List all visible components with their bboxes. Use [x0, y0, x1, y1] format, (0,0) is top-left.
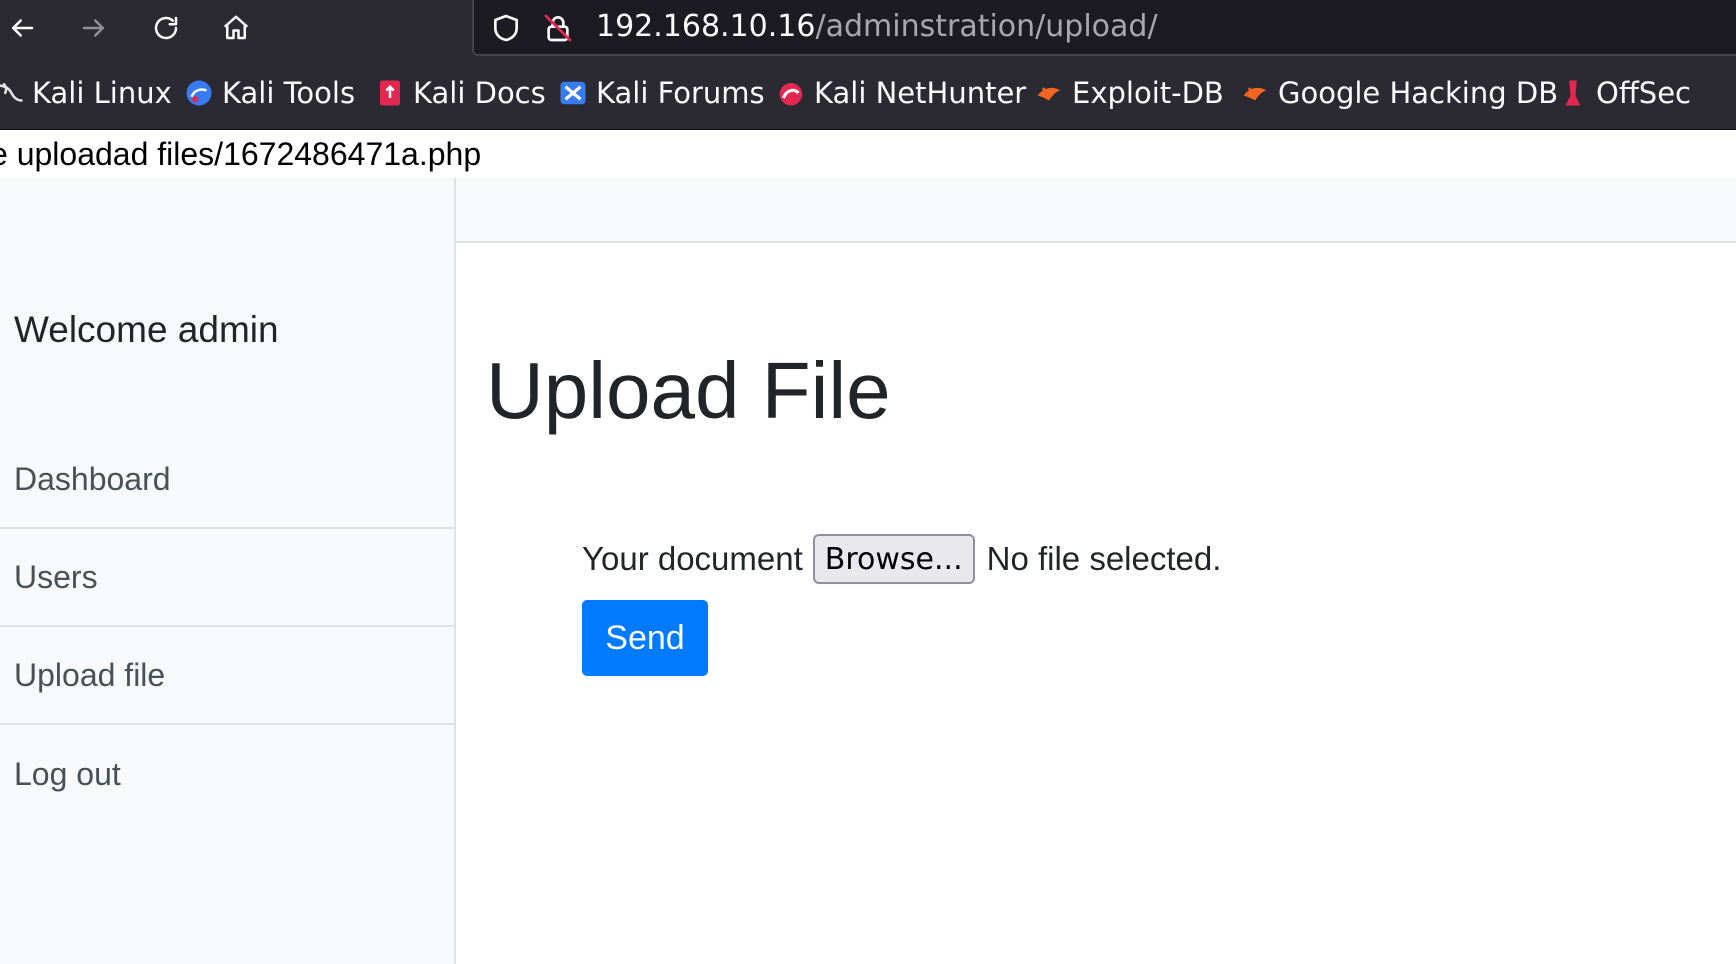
bookmark-label: OffSec: [1596, 76, 1692, 110]
sidebar-item-label: Upload file: [14, 656, 166, 693]
site-security-button[interactable]: [540, 10, 576, 46]
upload-status-message: e uploadad files/1672486471a.php: [0, 136, 482, 172]
offsec-icon: [1558, 78, 1588, 108]
sidebar-item-log-out[interactable]: Log out: [0, 725, 454, 823]
url-bar[interactable]: 192.168.10.16/adminstration/upload/: [472, 0, 1736, 56]
reload-icon: [154, 16, 178, 40]
ghdb-icon: [1240, 78, 1270, 108]
kali-dragon-icon: [0, 78, 24, 108]
sidebar: Welcome admin Dashboard Users Upload fil…: [0, 178, 456, 964]
file-status-text: No file selected.: [986, 540, 1222, 577]
bookmark-kali-nethunter[interactable]: Kali NetHunter: [776, 74, 1026, 112]
arrow-right-icon: [82, 19, 104, 37]
back-button[interactable]: [2, 8, 42, 48]
page-title: Upload File: [486, 346, 891, 435]
shield-icon: [494, 14, 518, 42]
kali-nethunter-icon: [776, 78, 806, 108]
document-label: Your document: [582, 540, 803, 577]
bookmark-label: Exploit-DB: [1072, 76, 1224, 110]
bookmark-label: Kali Docs: [413, 76, 546, 110]
url-path: /adminstration/upload/: [815, 9, 1158, 44]
kali-forums-icon: [558, 78, 588, 108]
forward-button[interactable]: [74, 8, 114, 48]
bookmark-label: Google Hacking DB: [1278, 76, 1559, 110]
kali-docs-icon: [375, 78, 405, 108]
url-text[interactable]: 192.168.10.16/adminstration/upload/: [596, 10, 1158, 44]
bookmark-label: Kali Tools: [222, 76, 356, 110]
bookmarks-toolbar: Kali Linux Kali Tools Kali Docs Kali For…: [0, 56, 1736, 130]
sidebar-item-upload-file[interactable]: Upload file: [0, 627, 454, 725]
bookmark-label: Kali NetHunter: [814, 76, 1027, 110]
browse-button[interactable]: Browse...: [812, 534, 975, 584]
upload-form-row: Your document Browse... No file selected…: [582, 533, 1221, 585]
sidebar-item-label: Log out: [14, 755, 121, 792]
sidebar-item-users[interactable]: Users: [0, 529, 454, 627]
bookmark-google-hacking-db[interactable]: Google Hacking DB: [1240, 74, 1558, 112]
home-button[interactable]: [216, 8, 256, 48]
sidebar-item-dashboard[interactable]: Dashboard: [0, 431, 454, 529]
sidebar-item-label: Dashboard: [14, 460, 171, 497]
tracking-protection-button[interactable]: [488, 10, 524, 46]
home-icon: [223, 15, 249, 40]
url-host: 192.168.10.16: [596, 9, 816, 44]
bookmark-offsec[interactable]: OffSec: [1558, 74, 1691, 112]
main-content: Upload File Your document Browse... No f…: [456, 243, 1736, 964]
sidebar-item-label: Users: [14, 558, 98, 595]
bookmark-kali-docs[interactable]: Kali Docs: [375, 74, 546, 112]
bookmark-kali-linux[interactable]: Kali Linux: [0, 74, 172, 112]
browser-toolbar: 192.168.10.16/adminstration/upload/: [0, 0, 1736, 56]
arrow-left-icon: [12, 19, 34, 37]
bookmark-label: Kali Forums: [596, 76, 765, 110]
bookmark-exploit-db[interactable]: Exploit-DB: [1034, 74, 1224, 112]
reload-button[interactable]: [146, 8, 186, 48]
bookmark-label: Kali Linux: [32, 76, 172, 110]
exploit-db-icon: [1034, 78, 1064, 108]
insecure-lock-icon: [544, 14, 572, 42]
bookmark-kali-tools[interactable]: Kali Tools: [184, 74, 355, 112]
send-button[interactable]: Send: [582, 600, 708, 676]
bookmark-kali-forums[interactable]: Kali Forums: [558, 74, 765, 112]
top-navbar: [456, 178, 1736, 243]
welcome-text: Welcome admin: [14, 309, 279, 350]
kali-tools-icon: [184, 78, 214, 108]
